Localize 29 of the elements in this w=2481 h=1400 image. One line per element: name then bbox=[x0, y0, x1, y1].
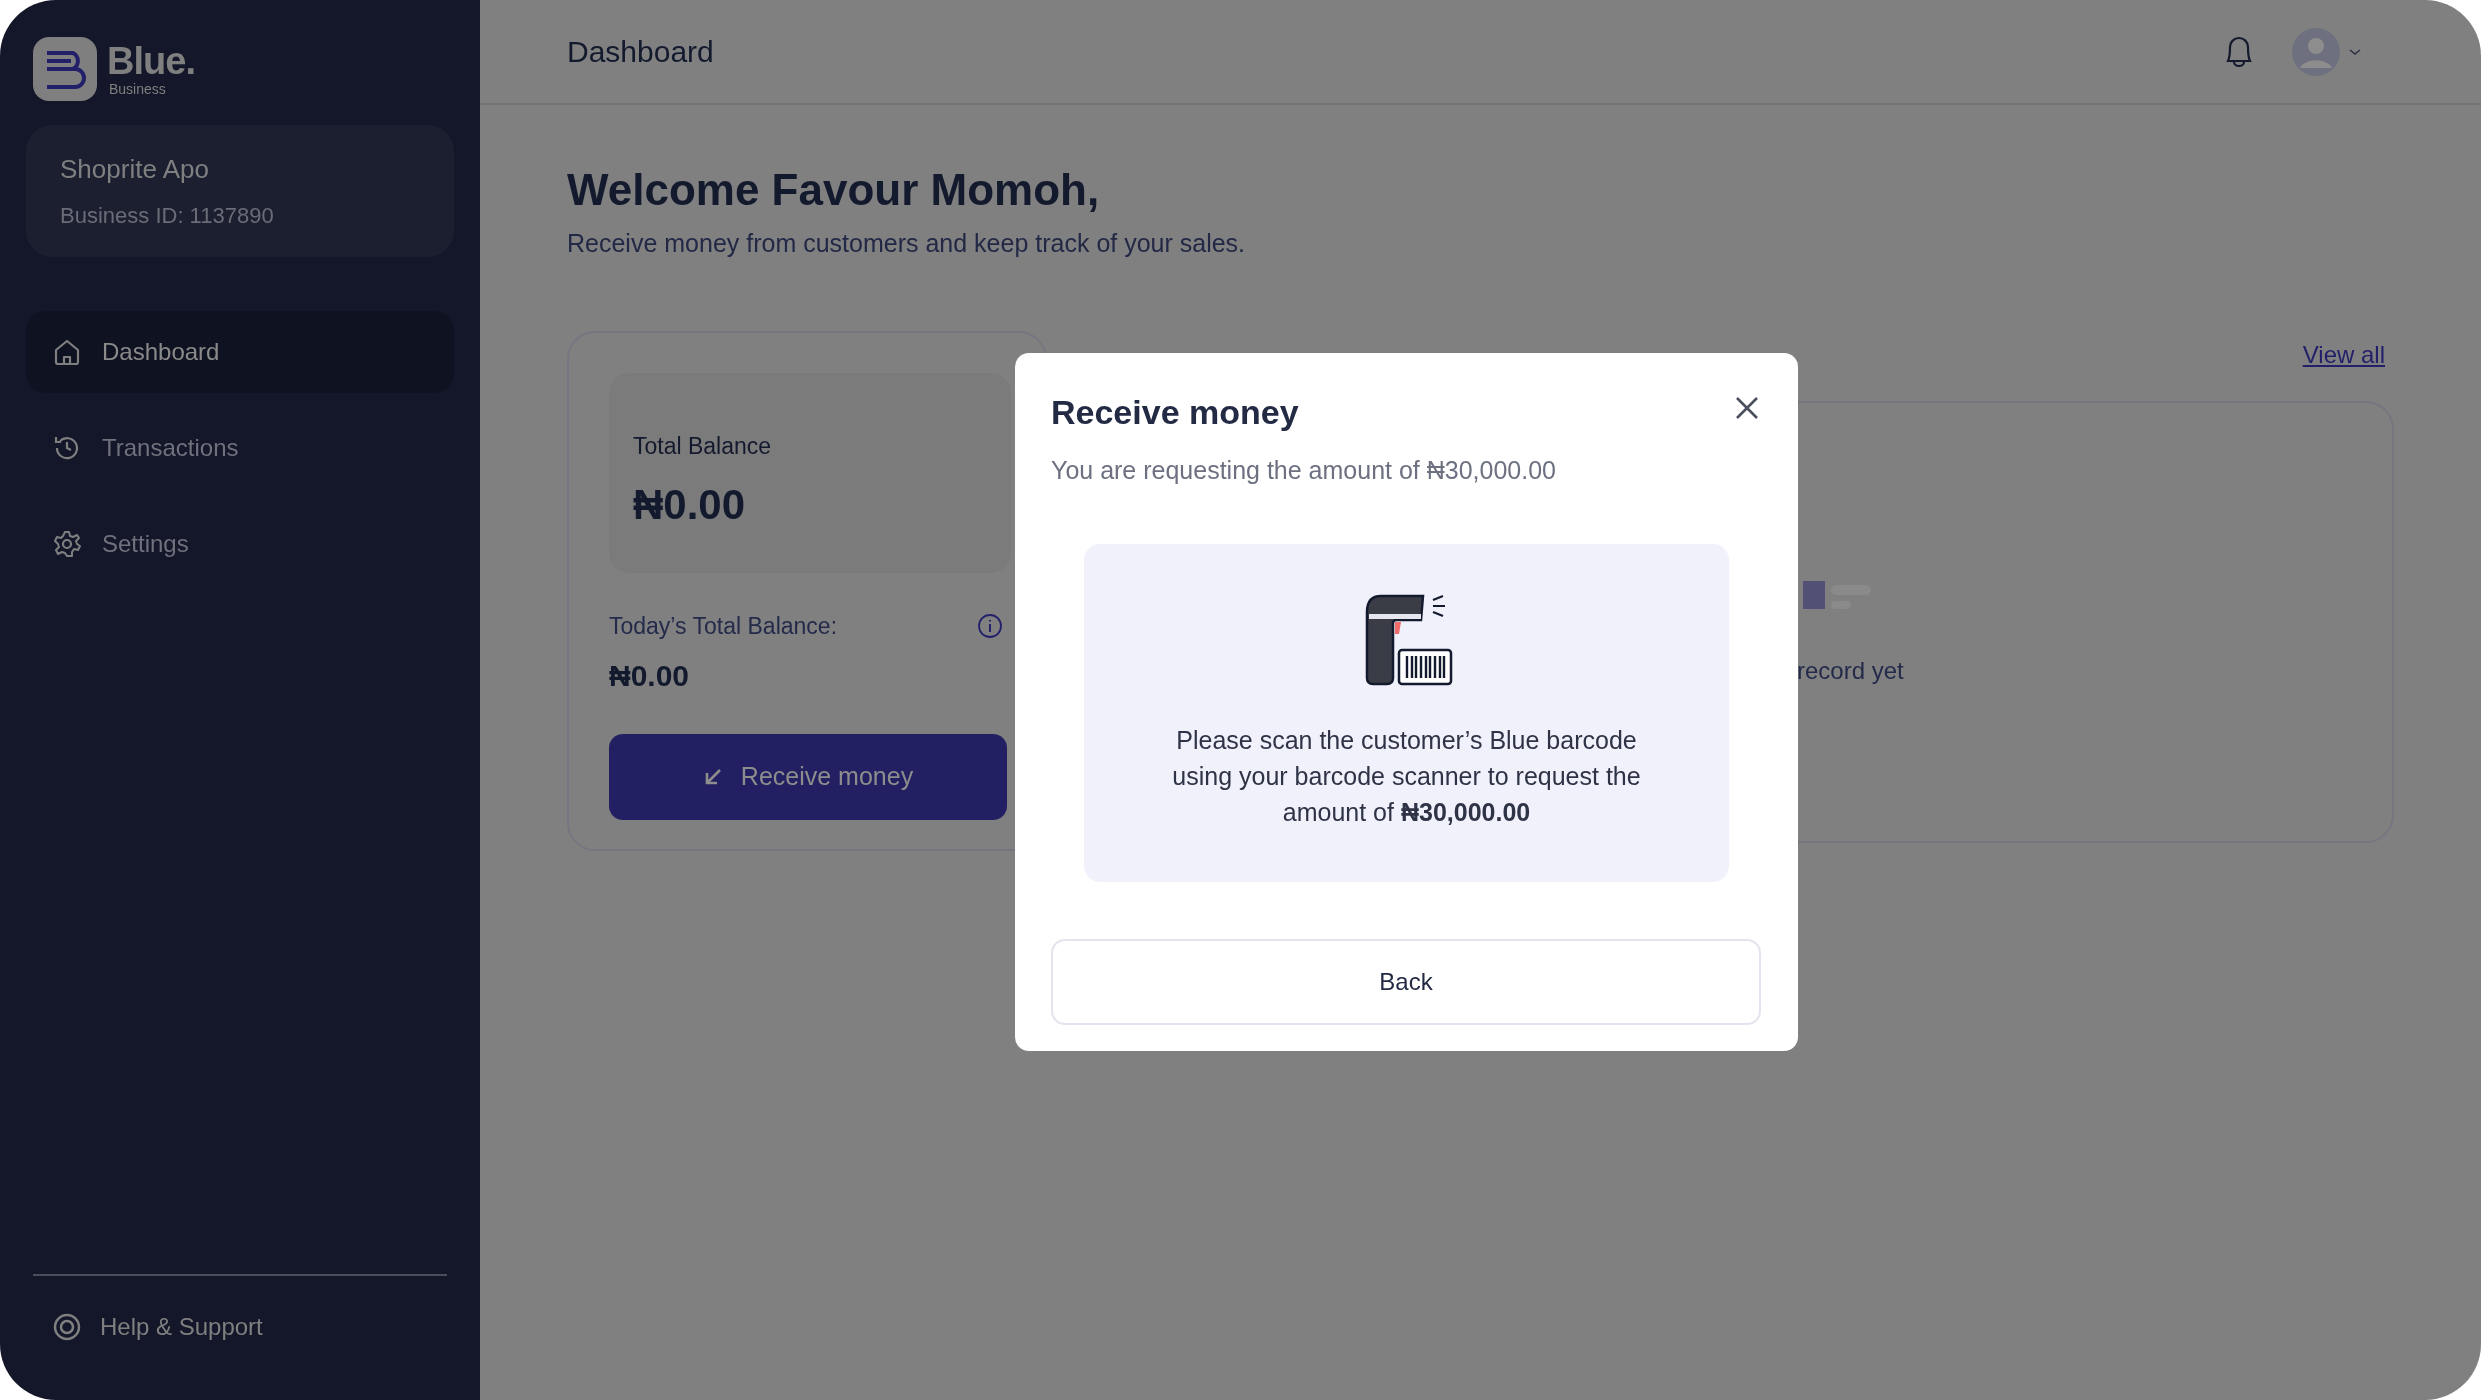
info-icon[interactable] bbox=[977, 612, 1003, 639]
welcome-heading: Welcome Favour Momoh, bbox=[567, 164, 1101, 216]
gear-icon bbox=[52, 529, 82, 559]
scan-instructions-text: Please scan the customer’s Blue barcode using your barcode scanner to request the amount of ₦30,000.00 bbox=[1171, 724, 1642, 828]
receive-money-button[interactable]: Receive money bbox=[609, 734, 1007, 820]
back-button[interactable]: Back bbox=[1051, 938, 1761, 1025]
page-title: Dashboard bbox=[567, 34, 714, 70]
lifebuoy-icon bbox=[52, 1312, 82, 1342]
welcome-subtitle: Receive money from customers and keep track of your sales. bbox=[567, 228, 1247, 259]
total-balance-value: ₦0.00 bbox=[633, 480, 747, 530]
dialog-subtitle: You are requesting the amount of ₦30,000.00 bbox=[1051, 455, 1557, 486]
dialog-title: Receive money bbox=[1051, 392, 1299, 433]
help-support-link[interactable]: Help & Support bbox=[26, 1294, 454, 1360]
nav-item[interactable]: Dashboard bbox=[26, 311, 454, 393]
nav-item[interactable]: Settings bbox=[26, 503, 454, 585]
business-id: Business ID: 1137890 bbox=[60, 202, 275, 230]
logo-text: Blue. bbox=[107, 41, 196, 81]
close-icon[interactable] bbox=[1734, 395, 1760, 421]
view-all-link[interactable]: View all bbox=[2302, 336, 2385, 373]
home-icon bbox=[52, 337, 82, 367]
business-name: Shoprite Apo bbox=[60, 153, 210, 186]
logo-tagline: Business bbox=[108, 81, 167, 97]
empty-state-text: record yet bbox=[1797, 655, 1904, 686]
chevron-down-icon[interactable] bbox=[2348, 46, 2362, 57]
nav-item[interactable]: Transactions bbox=[26, 407, 454, 489]
today-balance-label: Today’s Total Balance: bbox=[609, 611, 838, 641]
total-balance-label: Total Balance bbox=[633, 431, 773, 461]
today-balance-value: ₦0.00 bbox=[609, 658, 691, 694]
logo-icon bbox=[33, 37, 97, 101]
